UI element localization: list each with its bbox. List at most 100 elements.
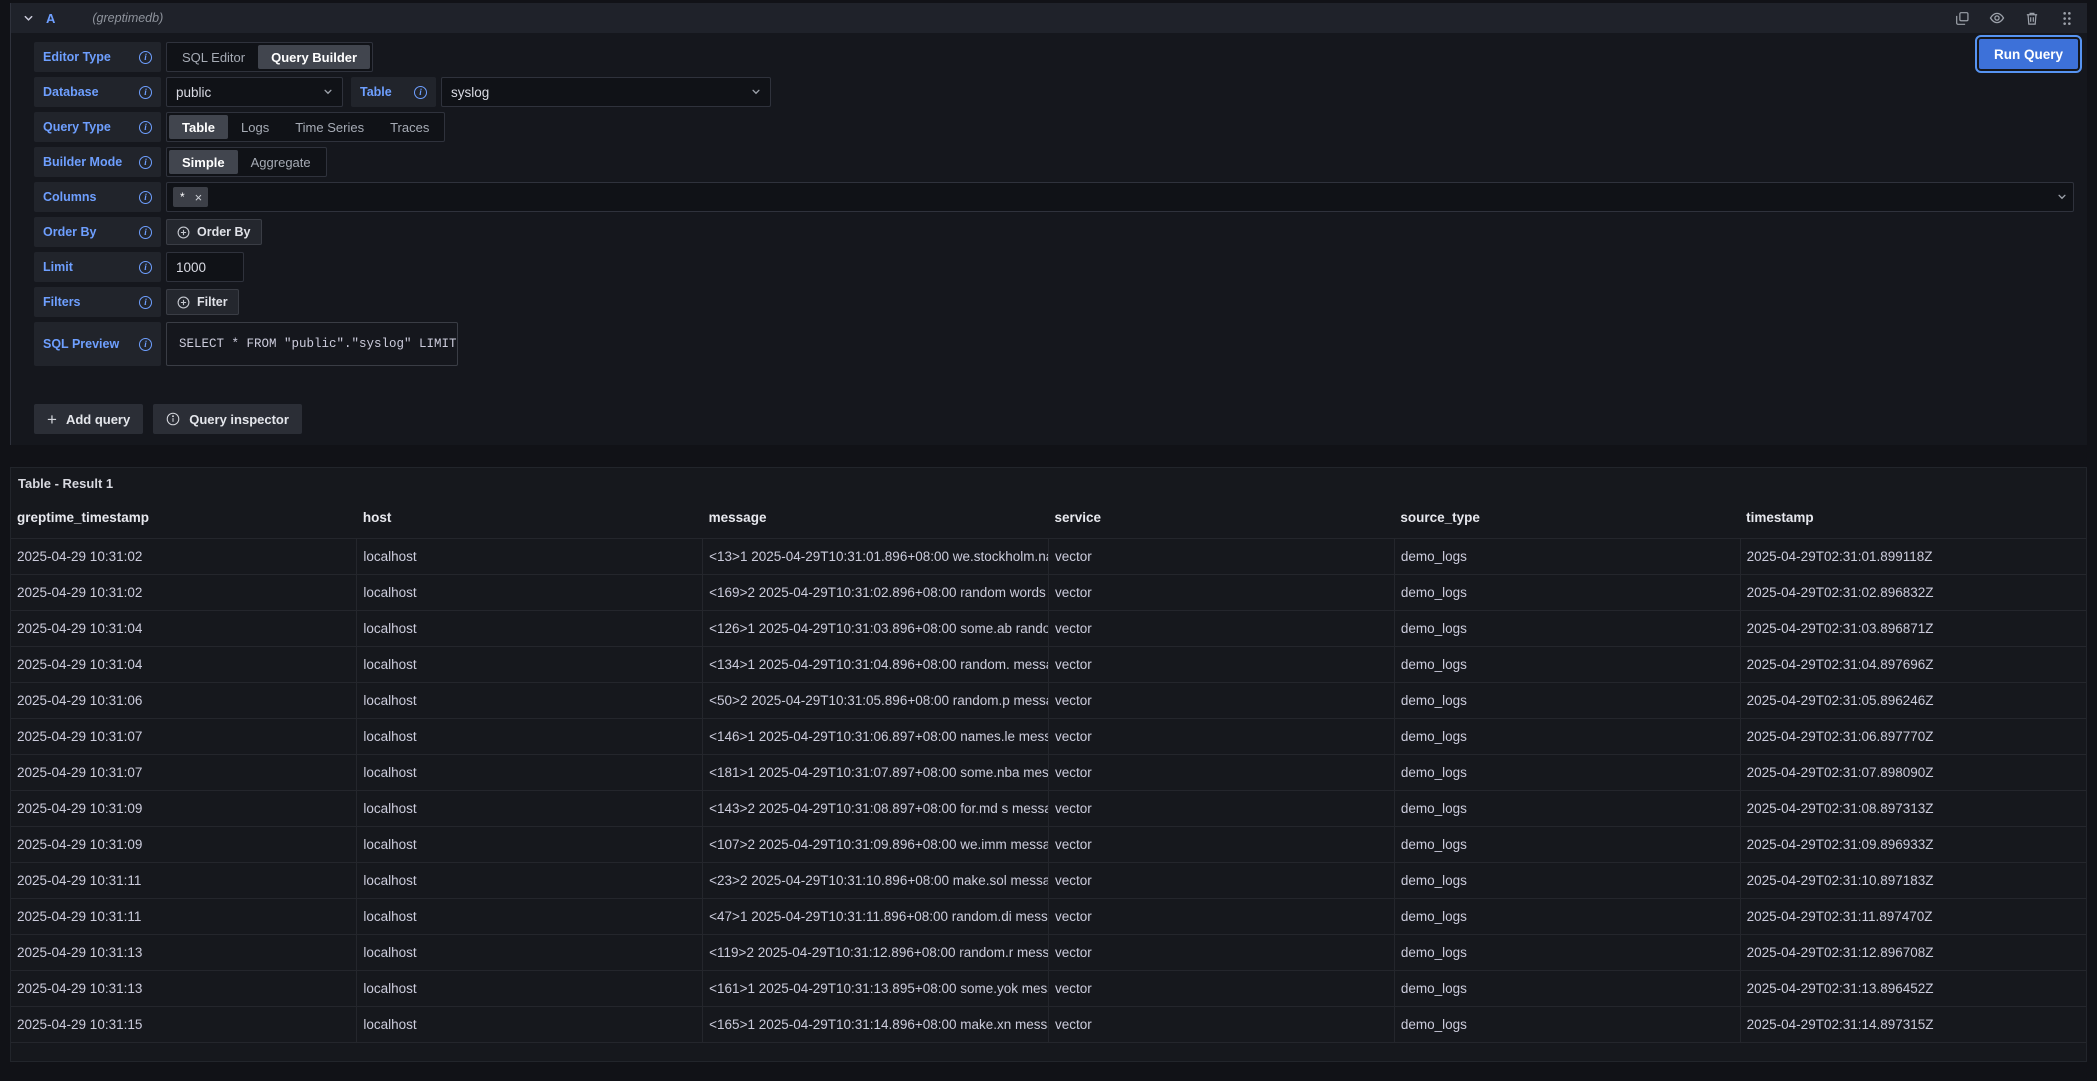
remove-tag-icon[interactable]: × bbox=[192, 190, 206, 205]
limit-label: Limit i bbox=[34, 252, 161, 282]
builder-mode-option-simple[interactable]: Simple bbox=[169, 150, 238, 174]
query-inspector-button[interactable]: Query inspector bbox=[153, 404, 302, 434]
plus-icon: + bbox=[47, 411, 57, 428]
table-cell: <13>1 2025-04-29T10:31:01.896+08:00 we.s… bbox=[703, 538, 1049, 574]
table-cell: <165>1 2025-04-29T10:31:14.896+08:00 mak… bbox=[703, 1006, 1049, 1042]
table-cell: vector bbox=[1048, 970, 1394, 1006]
table-row: 2025-04-29 10:31:06localhost<50>2 2025-0… bbox=[11, 682, 2086, 718]
table-cell: 2025-04-29 10:31:13 bbox=[11, 934, 357, 970]
table-cell: localhost bbox=[357, 934, 703, 970]
table-cell: vector bbox=[1048, 646, 1394, 682]
column-header-source_type[interactable]: source_type bbox=[1394, 498, 1740, 538]
table-cell: 2025-04-29T02:31:10.897183Z bbox=[1740, 862, 2086, 898]
query-editor-row: A (greptimedb) bbox=[10, 3, 2087, 445]
column-header-timestamp[interactable]: timestamp bbox=[1740, 498, 2086, 538]
table-cell: 2025-04-29 10:31:15 bbox=[11, 1006, 357, 1042]
table-cell: 2025-04-29T02:31:04.897696Z bbox=[1740, 646, 2086, 682]
columns-multiselect[interactable]: * × bbox=[166, 182, 2074, 212]
table-cell: <119>2 2025-04-29T10:31:12.896+08:00 ran… bbox=[703, 934, 1049, 970]
table-cell: <181>1 2025-04-29T10:31:07.897+08:00 som… bbox=[703, 754, 1049, 790]
result-table-panel: Table - Result 1 greptime_timestamphostm… bbox=[10, 467, 2087, 1062]
info-icon[interactable]: i bbox=[139, 51, 152, 64]
info-icon[interactable]: i bbox=[139, 156, 152, 169]
query-type-option-traces[interactable]: Traces bbox=[377, 115, 442, 139]
result-panel-title: Table - Result 1 bbox=[11, 476, 2086, 492]
info-circle-icon bbox=[166, 412, 180, 426]
query-type-option-table[interactable]: Table bbox=[169, 115, 228, 139]
editor-type-label: Editor Type i bbox=[34, 42, 161, 72]
table-cell: demo_logs bbox=[1394, 862, 1740, 898]
table-cell: vector bbox=[1048, 898, 1394, 934]
hide-response-eye-icon[interactable] bbox=[1989, 10, 2005, 26]
info-icon[interactable]: i bbox=[139, 86, 152, 99]
table-cell: 2025-04-29T02:31:09.896933Z bbox=[1740, 826, 2086, 862]
builder-mode-option-aggregate[interactable]: Aggregate bbox=[238, 150, 324, 174]
info-icon[interactable]: i bbox=[139, 338, 152, 351]
filters-row: Filters i Filter bbox=[34, 287, 2079, 317]
info-icon[interactable]: i bbox=[139, 191, 152, 204]
drag-handle-icon[interactable] bbox=[2059, 10, 2075, 26]
table-cell: vector bbox=[1048, 574, 1394, 610]
datasource-name: (greptimedb) bbox=[92, 11, 163, 25]
table-cell: vector bbox=[1048, 1006, 1394, 1042]
table-cell: demo_logs bbox=[1394, 718, 1740, 754]
info-icon[interactable]: i bbox=[139, 226, 152, 239]
query-type-label: Query Type i bbox=[34, 112, 161, 142]
table-row: 2025-04-29 10:31:04localhost<134>1 2025-… bbox=[11, 646, 2086, 682]
builder-mode-radio-group: Simple Aggregate bbox=[166, 147, 327, 177]
add-order-by-button[interactable]: Order By bbox=[166, 219, 262, 245]
query-type-option-logs[interactable]: Logs bbox=[228, 115, 282, 139]
table-cell: demo_logs bbox=[1394, 790, 1740, 826]
table-cell: vector bbox=[1048, 862, 1394, 898]
add-query-button[interactable]: + Add query bbox=[34, 404, 143, 434]
table-cell: demo_logs bbox=[1394, 646, 1740, 682]
table-row: 2025-04-29 10:31:15localhost<165>1 2025-… bbox=[11, 1006, 2086, 1042]
sql-preview-row: SQL Preview i SELECT * FROM "public"."sy… bbox=[34, 322, 2079, 366]
limit-input[interactable] bbox=[166, 252, 244, 282]
table-row: 2025-04-29 10:31:13localhost<119>2 2025-… bbox=[11, 934, 2086, 970]
table-cell: 2025-04-29T02:31:13.896452Z bbox=[1740, 970, 2086, 1006]
table-cell: 2025-04-29 10:31:04 bbox=[11, 610, 357, 646]
table-cell: <50>2 2025-04-29T10:31:05.896+08:00 rand… bbox=[703, 682, 1049, 718]
chevron-down-icon bbox=[751, 87, 761, 97]
collapse-chevron-icon[interactable] bbox=[23, 13, 34, 24]
info-icon[interactable]: i bbox=[139, 121, 152, 134]
editor-type-option-query-builder[interactable]: Query Builder bbox=[258, 45, 370, 69]
table-cell: localhost bbox=[357, 898, 703, 934]
result-table-head-row: greptime_timestamphostmessageservicesour… bbox=[11, 498, 2086, 538]
table-cell: <134>1 2025-04-29T10:31:04.896+08:00 ran… bbox=[703, 646, 1049, 682]
column-header-service[interactable]: service bbox=[1048, 498, 1394, 538]
column-header-message[interactable]: message bbox=[703, 498, 1049, 538]
column-header-host[interactable]: host bbox=[357, 498, 703, 538]
builder-mode-row: Builder Mode i Simple Aggregate bbox=[34, 147, 2079, 177]
order-by-row: Order By i Order By bbox=[34, 217, 2079, 247]
filters-label: Filters i bbox=[34, 287, 161, 317]
table-cell: localhost bbox=[357, 1006, 703, 1042]
table-cell: 2025-04-29 10:31:11 bbox=[11, 862, 357, 898]
query-type-row: Query Type i Table Logs Time Series Trac… bbox=[34, 112, 2079, 142]
remove-query-trash-icon[interactable] bbox=[2024, 10, 2040, 26]
query-type-option-time-series[interactable]: Time Series bbox=[282, 115, 377, 139]
editor-type-option-sql-editor[interactable]: SQL Editor bbox=[169, 45, 258, 69]
table-cell: 2025-04-29 10:31:13 bbox=[11, 970, 357, 1006]
add-filter-button[interactable]: Filter bbox=[166, 289, 239, 315]
query-row-header[interactable]: A (greptimedb) bbox=[11, 3, 2087, 33]
column-header-greptime_timestamp[interactable]: greptime_timestamp bbox=[11, 498, 357, 538]
info-icon[interactable]: i bbox=[139, 261, 152, 274]
table-row: 2025-04-29 10:31:04localhost<126>1 2025-… bbox=[11, 610, 2086, 646]
table-row: 2025-04-29 10:31:07localhost<181>1 2025-… bbox=[11, 754, 2086, 790]
database-select[interactable]: public bbox=[166, 77, 343, 107]
table-cell: <143>2 2025-04-29T10:31:08.897+08:00 for… bbox=[703, 790, 1049, 826]
run-query-button[interactable]: Run Query bbox=[1979, 39, 2078, 69]
table-cell: demo_logs bbox=[1394, 682, 1740, 718]
table-cell: localhost bbox=[357, 574, 703, 610]
table-cell: demo_logs bbox=[1394, 538, 1740, 574]
table-select[interactable]: syslog bbox=[441, 77, 771, 107]
duplicate-query-icon[interactable] bbox=[1954, 10, 1970, 26]
table-cell: 2025-04-29T02:31:08.897313Z bbox=[1740, 790, 2086, 826]
info-icon[interactable]: i bbox=[139, 296, 152, 309]
chevron-down-icon bbox=[323, 87, 333, 97]
info-icon[interactable]: i bbox=[414, 86, 427, 99]
table-cell: vector bbox=[1048, 754, 1394, 790]
table-cell: 2025-04-29T02:31:06.897770Z bbox=[1740, 718, 2086, 754]
